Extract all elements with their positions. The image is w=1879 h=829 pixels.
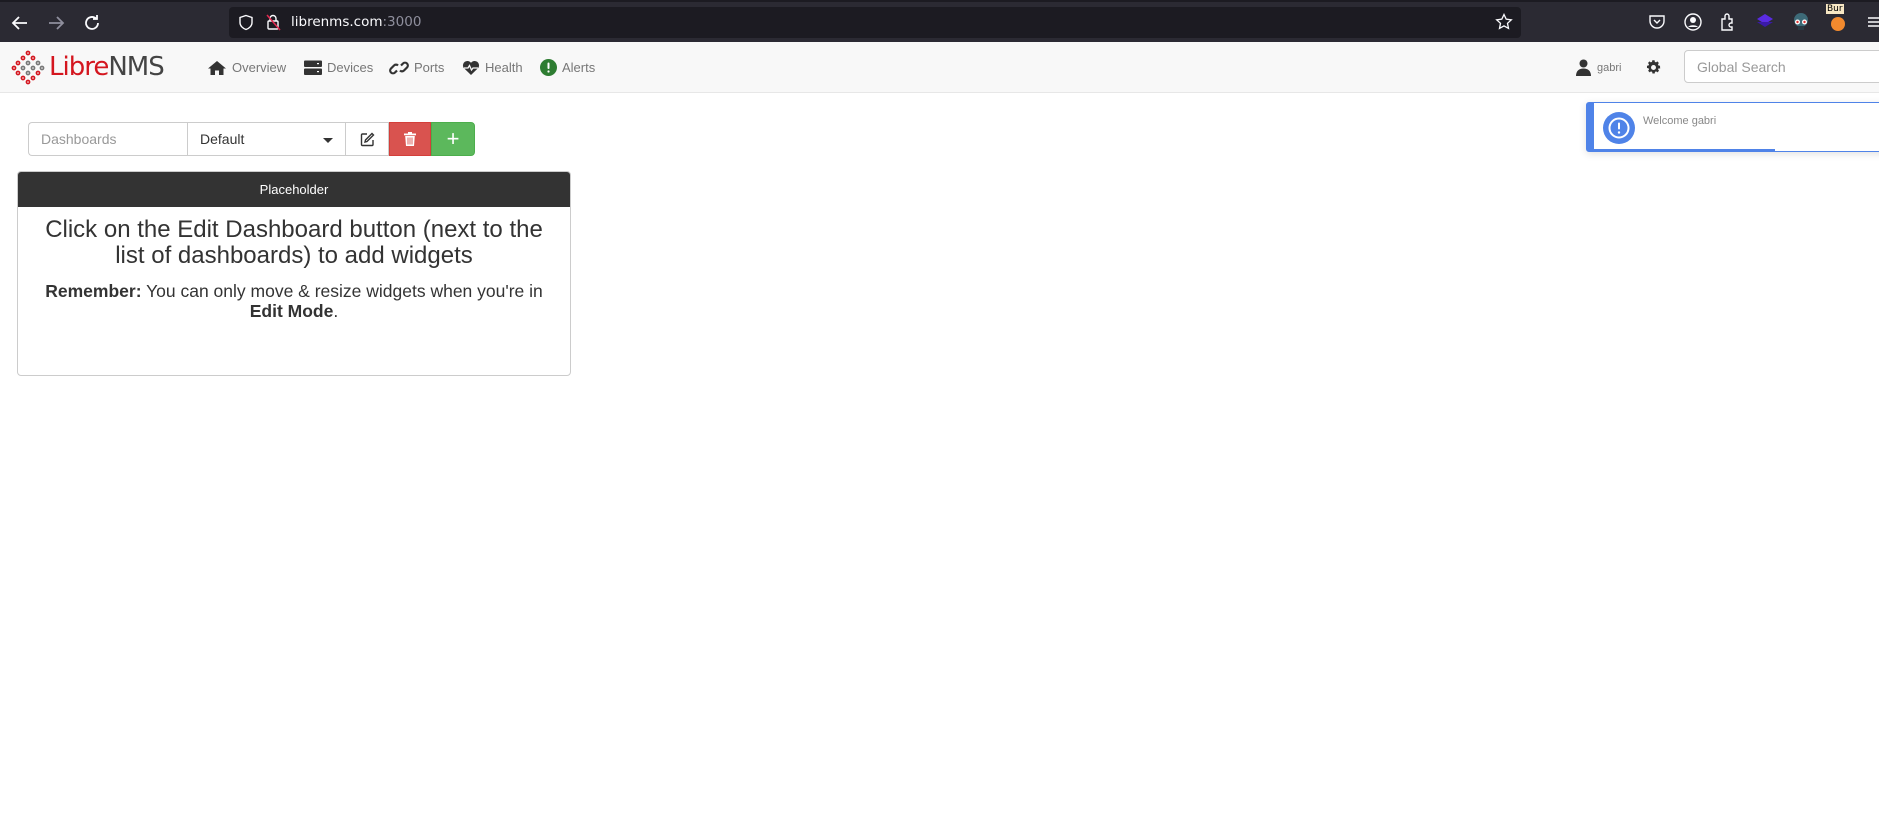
- nav-overview-label: Overview: [232, 60, 287, 75]
- edit-dashboard-button[interactable]: [346, 122, 389, 156]
- url-text[interactable]: librenms.com:3000: [291, 14, 421, 30]
- nav-health[interactable]: Health: [462, 42, 523, 93]
- address-bar[interactable]: librenms.com:3000: [229, 7, 1521, 38]
- url-port: :3000: [382, 14, 422, 30]
- extensions-icon[interactable]: [1718, 12, 1738, 32]
- burp-extension[interactable]: Bur: [1826, 4, 1848, 32]
- trash-icon: [404, 132, 416, 146]
- brand-name: LibreNMS: [49, 52, 165, 82]
- dashboards-label: Dashboards: [28, 122, 187, 156]
- edit-icon: [360, 132, 374, 146]
- username: gabri: [1597, 61, 1622, 74]
- server-icon: [304, 60, 322, 75]
- burp-badge: Bur: [1826, 4, 1844, 14]
- nav-alerts[interactable]: Alerts: [540, 42, 595, 93]
- placeholder-widget: Placeholder Click on the Edit Dashboard …: [17, 171, 571, 376]
- pocket-icon[interactable]: [1647, 12, 1667, 32]
- mask-extension-icon[interactable]: [1791, 12, 1811, 32]
- widget-heading: Click on the Edit Dashboard button (next…: [45, 216, 543, 269]
- remember-label: Remember:: [45, 281, 142, 301]
- widget-title: Placeholder: [18, 172, 570, 207]
- user-icon: [1576, 59, 1591, 76]
- layers-extension-icon[interactable]: [1755, 12, 1775, 32]
- period: .: [333, 301, 339, 321]
- arrow-left-icon: [11, 16, 27, 30]
- shield-icon[interactable]: [238, 14, 254, 31]
- global-search-input[interactable]: [1684, 50, 1879, 83]
- back-button[interactable]: [8, 11, 32, 35]
- dashboard-controls: Dashboards Default +: [28, 122, 475, 156]
- dashboard-selected-value: Default: [200, 131, 245, 147]
- nav-ports-label: Ports: [414, 60, 445, 75]
- reload-icon: [85, 15, 99, 30]
- bookmark-star-icon[interactable]: [1495, 13, 1513, 31]
- nav-devices-label: Devices: [327, 60, 374, 75]
- arrow-right-icon: [49, 16, 65, 30]
- gear-icon[interactable]: [1645, 59, 1662, 76]
- nav-health-label: Health: [485, 60, 523, 75]
- edit-mode-label: Edit Mode: [249, 301, 334, 321]
- remember-body: You can only move & resize widgets when …: [141, 281, 543, 301]
- add-dashboard-button[interactable]: +: [431, 122, 475, 156]
- widget-body: Click on the Edit Dashboard button (next…: [18, 207, 570, 331]
- nav-devices[interactable]: Devices: [304, 42, 373, 93]
- info-alert-icon: [1603, 112, 1635, 144]
- toast-message: Welcome gabri: [1643, 115, 1717, 127]
- forward-button[interactable]: [44, 11, 68, 35]
- account-icon[interactable]: [1683, 12, 1703, 32]
- navbar: LibreNMS Overview Devices Ports Health A…: [0, 42, 1879, 93]
- menu-icon[interactable]: [1865, 12, 1879, 32]
- welcome-toast[interactable]: Welcome gabri: [1586, 102, 1879, 152]
- nav-alerts-label: Alerts: [562, 60, 596, 75]
- reload-button[interactable]: [80, 11, 104, 35]
- nav-overview[interactable]: Overview: [207, 42, 286, 93]
- url-host: librenms.com: [291, 14, 383, 30]
- widget-remember-text: Remember: You can only move & resize wid…: [32, 281, 556, 321]
- burp-icon: [1831, 17, 1845, 31]
- nav-ports[interactable]: Ports: [389, 42, 444, 93]
- exclamation-circle-icon: [540, 59, 557, 76]
- home-icon: [208, 60, 226, 75]
- plus-icon: +: [446, 126, 460, 151]
- user-menu[interactable]: gabri: [1576, 42, 1621, 93]
- librenms-logo[interactable]: LibreNMS: [11, 49, 165, 85]
- caret-down-icon: [323, 138, 333, 143]
- toast-progress-bar: [1594, 149, 1775, 151]
- librenms-logo-icon: [11, 50, 45, 85]
- link-icon: [389, 61, 409, 74]
- delete-dashboard-button[interactable]: [389, 122, 431, 156]
- heartbeat-icon: [462, 60, 480, 75]
- insecure-lock-icon[interactable]: [265, 13, 281, 31]
- browser-toolbar: librenms.com:3000 Bur: [0, 0, 1879, 42]
- dashboard-select[interactable]: Default: [187, 122, 346, 156]
